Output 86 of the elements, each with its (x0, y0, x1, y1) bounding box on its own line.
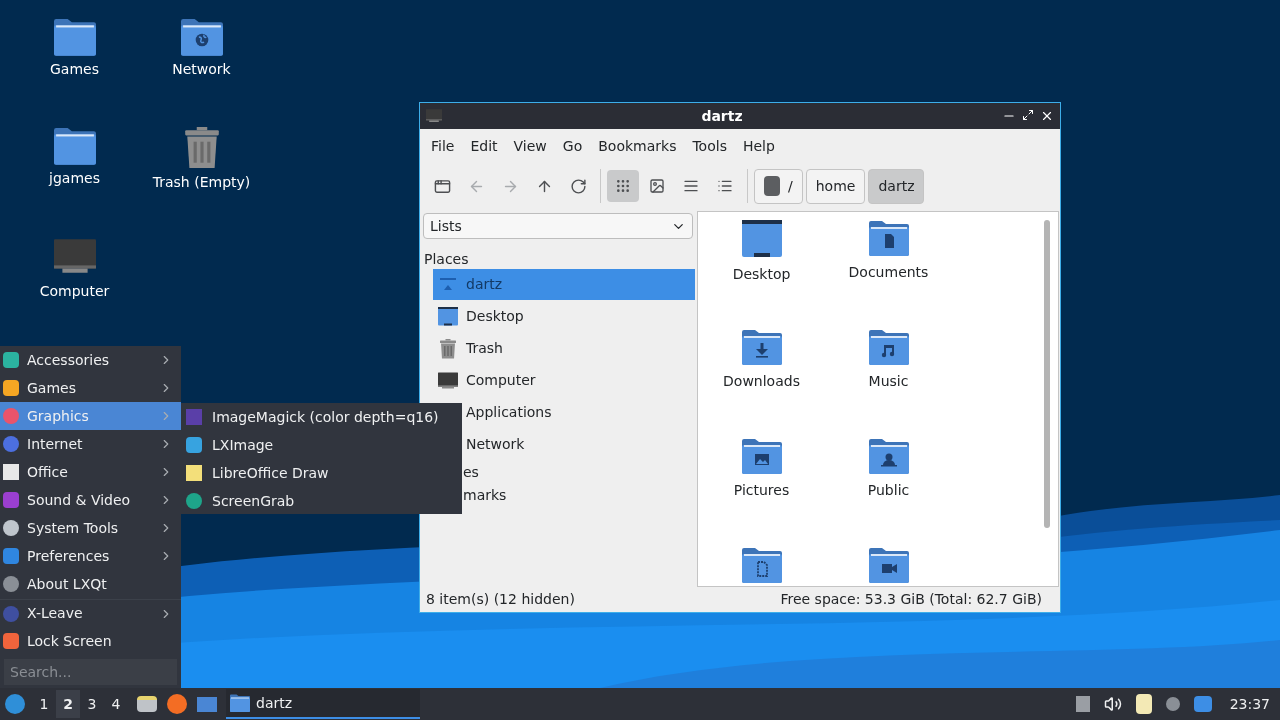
system-icon (3, 520, 19, 536)
start-menu-item[interactable]: Internet (0, 430, 181, 458)
search-field[interactable]: Search... (4, 658, 177, 685)
icons-view-button[interactable] (607, 170, 639, 202)
new-tab-icon (433, 177, 451, 195)
imagemagick-icon (186, 409, 202, 425)
compact-view-icon (683, 178, 699, 194)
computer-icon (438, 370, 458, 391)
file-label[interactable]: Desktop (732, 264, 791, 285)
submenu-item[interactable]: ScreenGrab (181, 487, 462, 515)
section-heading: marks (462, 486, 508, 505)
status-text: Free space: 53.3 GiB (Total: 62.7 GiB) (780, 590, 1043, 609)
clipboard-icon[interactable] (1133, 693, 1154, 715)
desktop-icon (741, 220, 782, 258)
place-item[interactable]: Computer (433, 365, 695, 396)
submenu-item[interactable]: LXImage (181, 431, 462, 459)
desktop-switch-button[interactable]: 2 (56, 690, 80, 718)
menu-item[interactable]: Help (734, 135, 783, 157)
place-item[interactable]: Applications (463, 397, 695, 428)
scrollbar[interactable] (1044, 220, 1050, 528)
lximage-icon (186, 437, 202, 453)
window-title: dartz (700, 106, 744, 126)
thumbnails-view-icon (649, 178, 665, 194)
path-button[interactable]: / (754, 168, 803, 204)
lock-icon (3, 633, 19, 649)
menu-item[interactable]: Edit (462, 135, 506, 157)
file-label[interactable]: Documents (848, 262, 929, 283)
menu-item[interactable]: Bookmarks (590, 135, 685, 157)
desktop-icon-label[interactable]: Network (172, 59, 231, 78)
file-label[interactable]: Public (867, 480, 910, 501)
desktop-icon-label[interactable]: Computer (39, 282, 110, 300)
accessories-icon (3, 352, 19, 368)
menu-item[interactable]: Tools (684, 135, 735, 157)
task-button[interactable]: dartz (226, 689, 420, 719)
leave-icon (3, 605, 19, 622)
clock[interactable]: 23:37 (1229, 693, 1270, 715)
file-label[interactable]: Music (868, 371, 909, 392)
details-view-icon (717, 178, 733, 194)
place-item[interactable]: Trash (433, 333, 695, 364)
screengrab-icon (186, 493, 202, 509)
section-heading: es (462, 463, 480, 482)
path-button[interactable]: home (805, 168, 866, 204)
start-menu-item[interactable]: Preferences (0, 542, 181, 570)
desktop-icon-label[interactable]: Games (50, 59, 99, 78)
about-icon (3, 576, 19, 592)
eject-icon[interactable] (1073, 693, 1092, 715)
status-text: 8 item(s) (12 hidden) (426, 590, 575, 609)
games-icon (3, 380, 19, 396)
file-label[interactable]: Pictures (733, 480, 790, 501)
preferences-icon (3, 548, 19, 564)
maximize-icon[interactable] (1022, 109, 1034, 121)
desktop-switch-button[interactable]: 4 (104, 690, 128, 718)
start-menu-item[interactable]: Games (0, 374, 181, 402)
reload-icon (569, 177, 587, 195)
desktop-icon (438, 307, 458, 326)
draw-icon (186, 465, 202, 481)
trash-icon (438, 338, 458, 359)
path-button[interactable]: dartz (868, 168, 925, 204)
menu-item[interactable]: View (505, 135, 555, 157)
place-item[interactable]: Network (463, 429, 695, 460)
close-icon[interactable] (1040, 109, 1054, 123)
place-item[interactable]: Desktop (433, 301, 695, 332)
start-menu-item[interactable]: Sound & Video (0, 486, 181, 514)
graphics-icon (3, 408, 19, 424)
icons-view-icon (615, 178, 631, 194)
start-menu-item[interactable]: Lock Screen (0, 627, 181, 655)
menu-item[interactable]: Go (554, 135, 591, 157)
desktop-switch-button[interactable]: 3 (80, 690, 104, 718)
start-menu-item[interactable]: Office (0, 458, 181, 486)
submenu-item[interactable]: LibreOffice Draw (181, 459, 462, 487)
start-menu-item[interactable]: System Tools (0, 514, 181, 542)
section-heading: Places (423, 250, 470, 269)
internet-icon (3, 436, 19, 452)
start-menu-item[interactable]: About LXQt (0, 570, 181, 598)
side-panel-dropdown[interactable]: Lists (423, 213, 693, 239)
desktop-icon-label[interactable]: jgames (49, 168, 100, 187)
submenu-item[interactable]: ImageMagick (color depth=q16) (181, 403, 462, 431)
start-menu-item[interactable]: Accessories (0, 346, 181, 374)
file-label[interactable]: Downloads (723, 371, 800, 392)
desktop-icon-label[interactable]: Trash (Empty) (152, 173, 251, 191)
menu-item[interactable]: File (423, 135, 463, 157)
start-menu-item[interactable]: X-Leave (0, 599, 181, 627)
desktop-switch-button[interactable]: 1 (32, 690, 56, 718)
sound-icon (3, 492, 19, 508)
office-icon (3, 464, 19, 480)
notification-icon[interactable] (1191, 693, 1214, 715)
